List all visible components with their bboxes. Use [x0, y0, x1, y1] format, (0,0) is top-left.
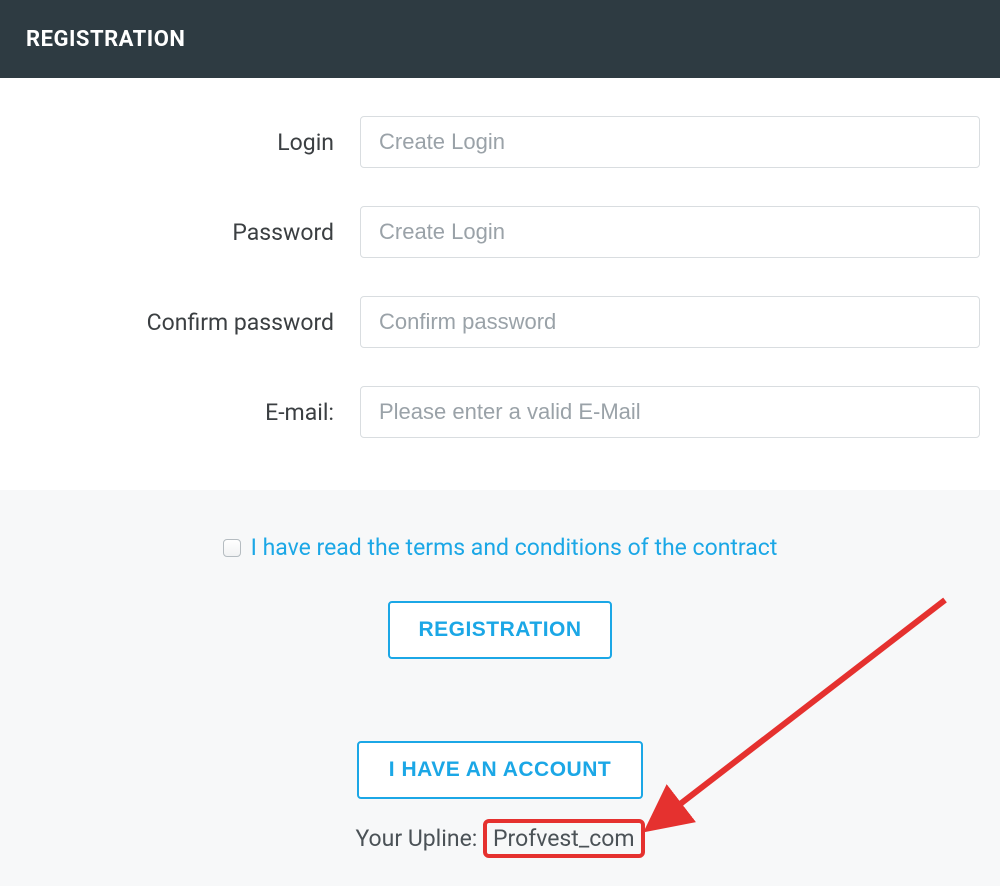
- register-button[interactable]: REGISTRATION: [388, 601, 611, 659]
- login-label: Login: [20, 129, 360, 156]
- page-header: REGISTRATION: [0, 0, 1000, 78]
- registration-form: Login Password Confirm password E-mail:: [0, 78, 1000, 438]
- login-input[interactable]: [360, 116, 980, 168]
- email-input[interactable]: [360, 386, 980, 438]
- terms-row: I have read the terms and conditions of …: [20, 534, 980, 561]
- upline-row: Your Upline: Profvest_com: [20, 825, 980, 852]
- page-title: REGISTRATION: [26, 27, 185, 52]
- confirm-password-input[interactable]: [360, 296, 980, 348]
- field-row-email: E-mail:: [20, 386, 980, 438]
- upline-value: Profvest_com: [483, 819, 644, 858]
- have-account-button[interactable]: I HAVE AN ACCOUNT: [357, 741, 643, 799]
- email-label: E-mail:: [20, 399, 360, 426]
- password-label: Password: [20, 219, 360, 246]
- password-input[interactable]: [360, 206, 980, 258]
- upline-label: Your Upline:: [355, 825, 483, 852]
- field-row-confirm: Confirm password: [20, 296, 980, 348]
- field-row-login: Login: [20, 116, 980, 168]
- confirm-password-label: Confirm password: [20, 309, 360, 336]
- terms-checkbox[interactable]: [223, 539, 241, 557]
- field-row-password: Password: [20, 206, 980, 258]
- bottom-panel: I have read the terms and conditions of …: [0, 490, 1000, 886]
- terms-link[interactable]: I have read the terms and conditions of …: [251, 534, 778, 561]
